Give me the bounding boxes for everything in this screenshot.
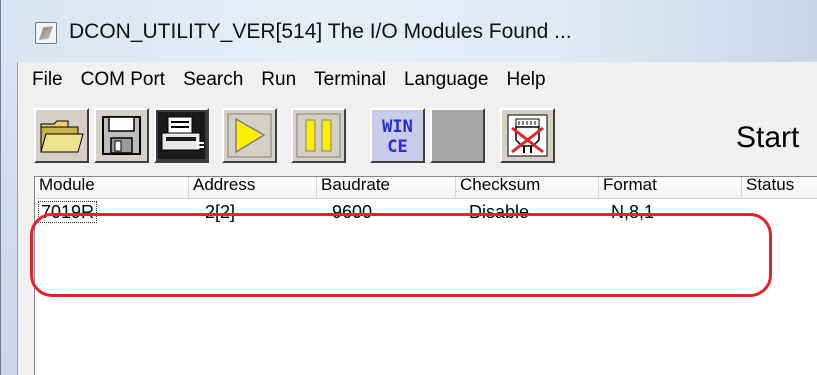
menu-language[interactable]: Language [404, 69, 489, 91]
disconnect-port-icon [507, 114, 548, 157]
cell-checksum: Disable [469, 202, 530, 222]
menu-com-port[interactable]: COM Port [81, 69, 165, 91]
col-header-module[interactable]: Module [35, 177, 189, 198]
menu-help[interactable]: Help [507, 69, 546, 91]
cell-module-text: 7019R [38, 201, 98, 223]
col-header-checksum[interactable]: Checksum [456, 177, 599, 198]
title-bar[interactable]: DCON_UTILITY_VER[514] The I/O Modules Fo… [1, 0, 817, 62]
menu-bar: File COM Port Search Run Terminal Langua… [18, 62, 817, 98]
wince-button[interactable]: WIN CE [370, 108, 425, 163]
col-header-format[interactable]: Format [599, 177, 742, 198]
open-button[interactable] [34, 108, 89, 163]
port-button[interactable] [500, 108, 555, 163]
cell-baudrate: 9600 [332, 202, 373, 222]
col-header-baudrate[interactable]: Baudrate [317, 177, 456, 198]
client-area: File COM Port Search Run Terminal Langua… [17, 62, 817, 375]
module-list[interactable]: Module Address Baudrate Checksum Format … [34, 176, 817, 375]
save-disk-icon [102, 116, 141, 155]
print-button[interactable] [154, 108, 209, 163]
list-header: Module Address Baudrate Checksum Format … [35, 177, 817, 199]
cell-address: 2[2] [205, 202, 236, 222]
col-header-status[interactable]: Status [742, 177, 817, 198]
wince-line1: WIN [382, 117, 413, 137]
menu-file[interactable]: File [32, 69, 63, 91]
printer-icon [158, 112, 205, 159]
pause-button[interactable] [291, 108, 346, 163]
start-label[interactable]: Start [736, 121, 799, 155]
app-icon[interactable] [35, 22, 57, 44]
toolbar: WIN CE Start [18, 98, 817, 176]
menu-search[interactable]: Search [183, 69, 243, 91]
cell-format: N,8,1 [611, 202, 655, 222]
col-header-address[interactable]: Address [189, 177, 317, 198]
pause-icon [296, 113, 341, 158]
wince-icon: WIN CE [374, 112, 421, 159]
blank-button[interactable] [430, 108, 485, 163]
table-row[interactable]: 7019R 2[2] 9600 Disable N,8,1 [35, 200, 817, 224]
wince-line2: CE [387, 137, 407, 157]
blank-button-icon [434, 112, 481, 159]
menu-terminal[interactable]: Terminal [314, 69, 386, 91]
menu-run[interactable]: Run [261, 69, 296, 91]
window-title: DCON_UTILITY_VER[514] The I/O Modules Fo… [69, 20, 572, 43]
cell-module: 7019R [38, 200, 98, 224]
save-button[interactable] [94, 108, 149, 163]
run-button[interactable] [222, 108, 277, 163]
play-icon [227, 113, 272, 158]
app-window: DCON_UTILITY_VER[514] The I/O Modules Fo… [0, 0, 817, 375]
open-folder-icon [40, 120, 84, 153]
